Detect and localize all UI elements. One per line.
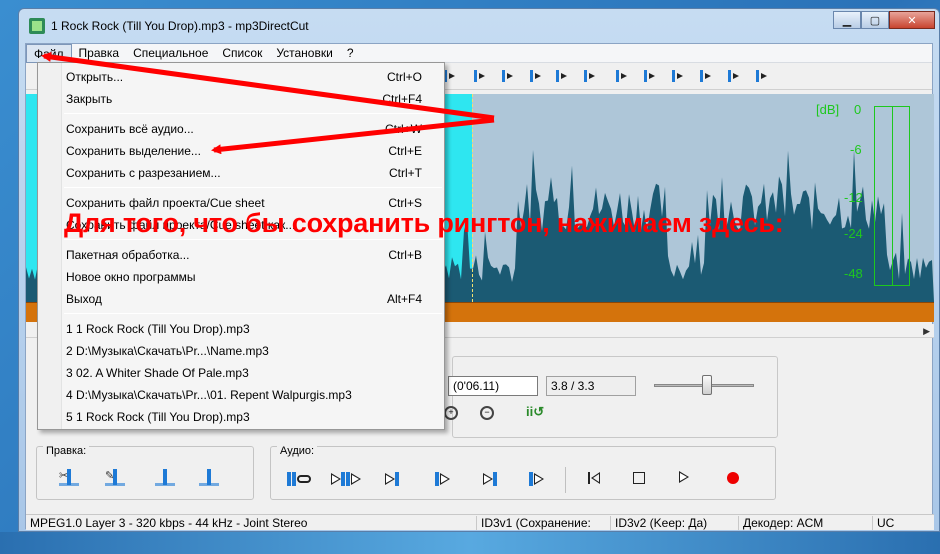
- annotation-arrows: [41, 52, 495, 155]
- arrow-to-file-menu: [41, 52, 495, 121]
- annotation-text: Для того, что бы сохранить рингтон, нажи…: [64, 208, 784, 238]
- arrow-to-save-selection: [211, 117, 495, 155]
